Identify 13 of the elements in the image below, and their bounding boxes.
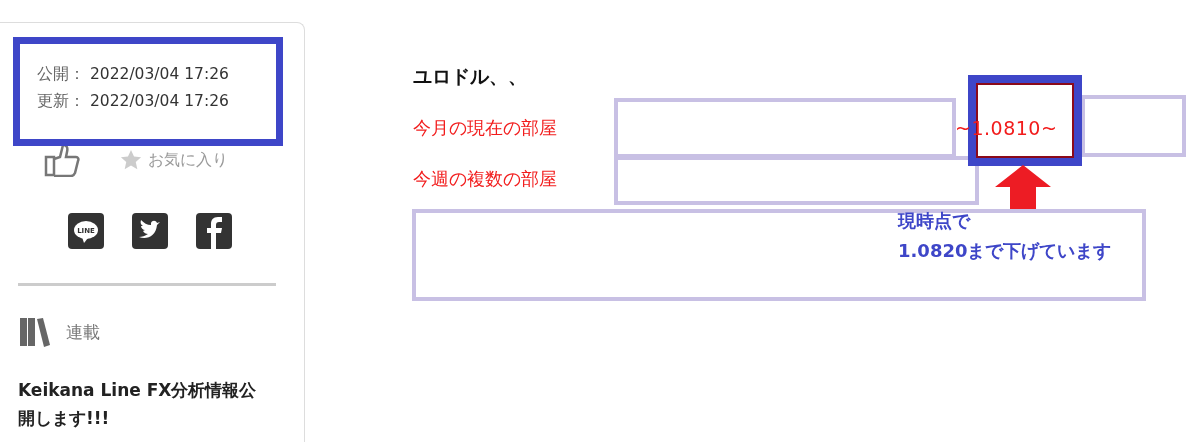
series-title[interactable]: Keikana Line FX分析情報公開します!!! [18, 376, 273, 432]
facebook-icon[interactable] [196, 213, 232, 249]
article-heading: ユロドル、、 [413, 64, 527, 89]
date-line: 公開： 2022/03/04 17:26 [37, 64, 230, 85]
star-icon [120, 149, 142, 171]
row-label: 今週の複数の部屋 [413, 167, 557, 191]
row-label: 今月の現在の部屋 [413, 116, 557, 140]
up-arrow [995, 165, 1051, 209]
bird-icon[interactable] [132, 213, 168, 249]
series-label: 連載 [66, 320, 100, 344]
annotation-text: 現時点で 1.0820まで下げています [898, 209, 1112, 263]
thumbs-up-icon[interactable] [44, 143, 80, 177]
date-line: 更新： 2022/03/04 17:26 [37, 91, 230, 112]
